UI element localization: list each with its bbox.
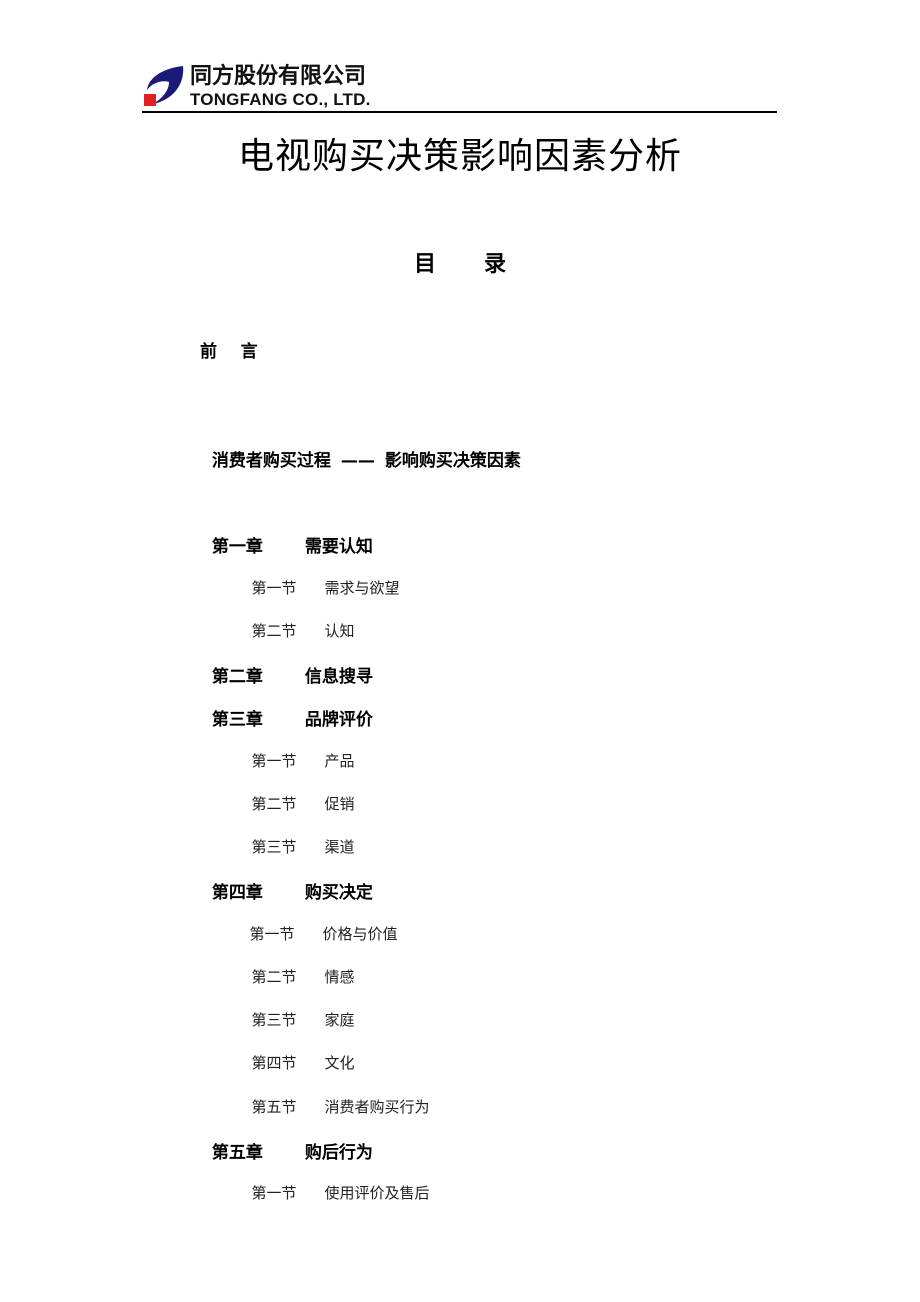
- section-title: 家庭: [324, 1011, 355, 1029]
- section-title: 使用评价及售后: [324, 1184, 430, 1202]
- section-title: 文化: [324, 1054, 355, 1072]
- toc-section-4-1[interactable]: 第一节 价格与价值: [240, 904, 398, 944]
- toc-section-1-2[interactable]: 第二节 认知: [242, 601, 355, 641]
- section-number: 第二节: [251, 622, 297, 640]
- toc-chapter-2[interactable]: 第二章 信息搜寻: [200, 644, 373, 688]
- company-name-cn: 同方股份有限公司: [190, 64, 367, 89]
- chapter-title: 品牌评价: [304, 710, 373, 730]
- toc-section-4-3[interactable]: 第三节 家庭: [242, 990, 355, 1030]
- section-title: 渠道: [324, 838, 355, 856]
- section-number: 第一节: [251, 752, 297, 770]
- toc-section-4-2[interactable]: 第二节 情感: [242, 947, 355, 987]
- toc-section-4-4[interactable]: 第四节 文化: [242, 1033, 355, 1073]
- section-title: 消费者购买行为: [324, 1098, 430, 1116]
- toc-chapter-4[interactable]: 第四章 购买决定: [200, 860, 373, 904]
- section-number: 第三节: [251, 838, 297, 856]
- section-title: 情感: [324, 968, 355, 986]
- toc-section-1-1[interactable]: 第一节 需求与欲望: [242, 558, 400, 598]
- toc-chapter-1[interactable]: 第一章 需要认知: [200, 514, 373, 558]
- chapter-title: 购买决定: [304, 883, 373, 903]
- chapter-number: 第五章: [211, 1143, 263, 1163]
- toc-entry-process[interactable]: 消费者购买过程 —— 影响购买决策因素: [200, 428, 521, 472]
- toc-section-5-1[interactable]: 第一节 使用评价及售后: [242, 1163, 430, 1203]
- chapter-title: 信息搜寻: [304, 667, 373, 687]
- section-number: 第二节: [251, 795, 297, 813]
- section-title: 认知: [324, 622, 355, 640]
- section-number: 第一节: [251, 1184, 297, 1202]
- toc-heading-char-2: 录: [484, 252, 507, 277]
- toc-chapter-5[interactable]: 第五章 购后行为: [200, 1120, 373, 1164]
- section-number: 第一节: [249, 925, 295, 943]
- section-number: 第一节: [251, 579, 297, 597]
- section-title: 产品: [324, 752, 355, 770]
- header-divider: [142, 111, 777, 113]
- company-name-en: TONGFANG CO., LTD.: [190, 90, 371, 109]
- toc-heading: 目录: [0, 250, 920, 280]
- section-number: 第五节: [251, 1098, 297, 1116]
- chapter-title: 需要认知: [304, 537, 373, 557]
- toc-section-4-5[interactable]: 第五节 消费者购买行为: [242, 1077, 430, 1117]
- section-title: 价格与价值: [322, 925, 398, 943]
- section-number: 第二节: [251, 968, 297, 986]
- document-title: 电视购买决策影响因素分析: [237, 136, 682, 177]
- section-number: 第四节: [251, 1054, 297, 1072]
- chapter-number: 第二章: [211, 667, 263, 687]
- toc-section-3-2[interactable]: 第二节 促销: [242, 774, 355, 814]
- toc-heading-char-1: 目: [413, 252, 436, 277]
- chapter-number: 第三章: [211, 710, 263, 730]
- section-title: 促销: [324, 795, 355, 813]
- process-right: 影响购买决策因素: [384, 451, 521, 471]
- toc-section-3-1[interactable]: 第一节 产品: [242, 731, 355, 771]
- toc-chapter-3[interactable]: 第三章 品牌评价: [200, 687, 373, 731]
- process-separator: ——: [340, 451, 375, 471]
- process-left: 消费者购买过程: [211, 451, 331, 471]
- chapter-title: 购后行为: [304, 1143, 373, 1163]
- section-title: 需求与欲望: [324, 579, 400, 597]
- tongfang-logo-icon: [144, 66, 184, 106]
- chapter-number: 第四章: [211, 883, 263, 903]
- toc-section-3-3[interactable]: 第三节 渠道: [242, 817, 355, 857]
- chapter-number: 第一章: [211, 537, 263, 557]
- section-number: 第三节: [251, 1011, 297, 1029]
- toc-entry-preface[interactable]: 前 言: [200, 341, 258, 363]
